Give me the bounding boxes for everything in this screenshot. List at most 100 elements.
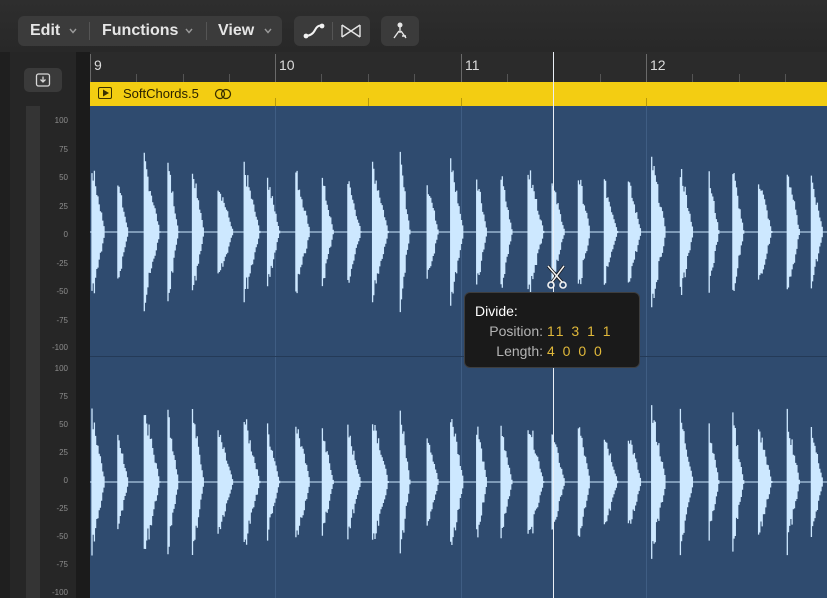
waveform-transient [266, 423, 281, 541]
crossfade-icon[interactable] [339, 22, 363, 40]
bar-tick [90, 54, 91, 82]
toolbar: Edit Functions View [0, 0, 827, 52]
waveform-transient [371, 161, 389, 303]
functions-menu-label: Functions [102, 22, 179, 39]
waveform-transient [91, 170, 106, 294]
scale-label: 75 [59, 392, 68, 401]
waveform-transient [810, 427, 823, 537]
waveform-transient [476, 179, 487, 285]
waveform-transient [732, 412, 745, 552]
scale-label: 25 [59, 202, 68, 211]
bar-number: 12 [650, 57, 666, 73]
edit-menu[interactable]: Edit [30, 16, 60, 46]
view-menu[interactable]: View [218, 16, 254, 46]
logic-audio-editor: Edit Functions View 100 75 50 25 0 -25 -… [0, 0, 827, 598]
waveform-transient [651, 156, 667, 308]
scissors-icon [546, 265, 567, 289]
scale-label: -50 [56, 532, 68, 541]
window-edge [0, 52, 10, 598]
waveform-transient [143, 415, 161, 549]
loop-icon [214, 88, 232, 100]
bar-tick [646, 54, 647, 82]
waveform-transient [371, 424, 389, 540]
tooltip-length-value: 4 0 0 0 [547, 343, 604, 359]
scale-label: -25 [56, 259, 68, 268]
waveform-transient [167, 409, 180, 555]
separator [332, 22, 333, 40]
bar-number: 11 [465, 57, 480, 73]
region-tick [275, 98, 276, 106]
waveform-transient [117, 434, 129, 530]
waveform-transient [527, 170, 545, 294]
waveform-transient [757, 184, 773, 280]
menu-group: Edit Functions View [18, 16, 282, 46]
functions-menu[interactable]: Functions [102, 16, 178, 46]
region-tick [461, 98, 462, 106]
waveform-transient [500, 176, 513, 288]
scale-label: -50 [56, 287, 68, 296]
view-menu-label: View [218, 22, 255, 39]
waveform-transient [321, 428, 334, 536]
separator [206, 22, 207, 40]
waveform-transient [243, 419, 261, 545]
tooltip-position-value: 11 3 1 1 [547, 323, 613, 339]
waveform-transient [191, 409, 204, 555]
waveform-transient [757, 429, 773, 535]
waveform-transient [426, 185, 439, 279]
beat-tick [739, 74, 740, 82]
waveform-transient [217, 430, 234, 534]
bar-tick [275, 54, 276, 82]
chevron-down-icon [69, 28, 77, 34]
beat-tick [321, 74, 322, 82]
waveform-transient [450, 419, 464, 545]
divider [76, 52, 90, 598]
waveform-transient [627, 440, 642, 524]
waveform-transient [679, 408, 695, 556]
scale-label: -75 [56, 316, 68, 325]
catch-playhead-button[interactable] [24, 68, 62, 92]
waveform-transient [810, 175, 823, 289]
bar-tick [461, 54, 462, 82]
waveform-transient [732, 173, 745, 291]
waveform-transient [399, 410, 411, 554]
tooltip-title: Divide: [475, 303, 518, 319]
beat-tick [136, 74, 137, 82]
flex-tool-icon [393, 22, 407, 39]
waveform-transient [295, 426, 311, 538]
scale-label: -100 [51, 343, 68, 352]
chevron-down-icon [185, 28, 193, 34]
beat-tick [692, 74, 693, 82]
waveform-transient [527, 430, 545, 534]
bar-ruler[interactable] [90, 52, 827, 82]
waveform-transient [143, 152, 161, 312]
scale-label: 50 [59, 420, 68, 429]
waveform-transient [627, 181, 642, 283]
region-tick [368, 98, 369, 106]
flex-tool-button[interactable] [381, 16, 419, 46]
waveform-transient [679, 169, 695, 295]
waveform-transient [91, 408, 106, 556]
scale-label: 50 [59, 173, 68, 182]
amplitude-scale-panel [10, 52, 76, 598]
automation-curve-icon[interactable] [302, 22, 326, 40]
waveform-transient [217, 190, 234, 274]
region-play-icon[interactable] [98, 87, 112, 99]
waveform-transient [708, 171, 720, 293]
waveform-transient [321, 177, 334, 287]
waveform-transient [500, 425, 513, 539]
tooltip-position-label: Position: [489, 323, 543, 339]
waveform-transient [651, 405, 667, 559]
divide-tooltip: Divide: Position: 11 3 1 1 Length: 4 0 0… [464, 292, 640, 368]
bar-number: 9 [94, 57, 102, 73]
region-name: SoftChords.5 [123, 86, 199, 101]
separator [89, 22, 90, 40]
download-tray-icon [35, 73, 51, 87]
waveform-transient [167, 162, 180, 302]
chevron-down-icon [264, 28, 272, 34]
audio-waveform [90, 151, 827, 559]
waveform-transient [399, 151, 411, 313]
waveform-transient [295, 170, 311, 294]
region-header[interactable] [90, 82, 827, 106]
beat-tick [414, 74, 415, 82]
waveform-transient [603, 179, 619, 285]
